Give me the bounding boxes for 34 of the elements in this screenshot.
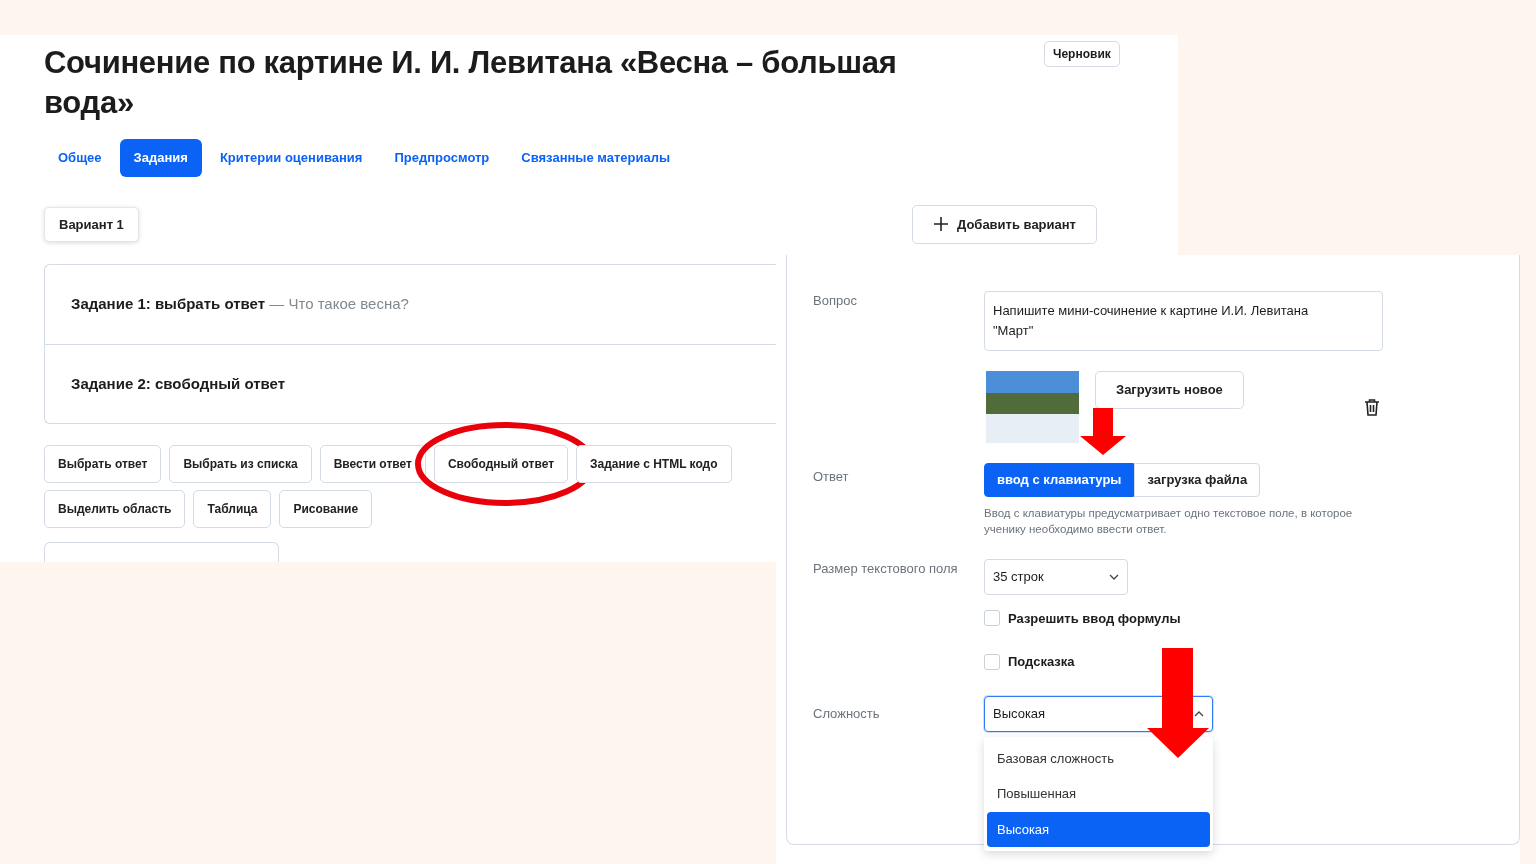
- task-type-button[interactable]: Выбрать ответ: [44, 445, 162, 483]
- menu-item[interactable]: Повышенная: [987, 776, 1210, 812]
- answer-mode-toggle[interactable]: ввод с клавиатуры: [984, 463, 1135, 497]
- checkbox-label: Подсказка: [1008, 653, 1075, 671]
- task-row[interactable]: Задание 2: свободный ответ: [45, 343, 776, 423]
- task-type-button[interactable]: Выделить область: [44, 490, 186, 528]
- tab[interactable]: Критерии оценивания: [205, 139, 377, 177]
- task-type-button[interactable]: Выбрать из списка: [169, 445, 312, 483]
- task-type-button[interactable]: Таблица: [193, 490, 272, 528]
- task-row[interactable]: Задание 1: выбрать ответ — Что такое весна?: [45, 265, 776, 344]
- answer-mode-toggle[interactable]: загрузка файла: [1134, 463, 1261, 497]
- field-label: Вопрос: [813, 292, 858, 310]
- menu-item[interactable]: Высокая: [987, 811, 1210, 847]
- status-badge: Черновик: [1044, 41, 1120, 67]
- field-label: Сложность: [813, 704, 881, 723]
- tab[interactable]: Предпросмотр: [380, 139, 504, 177]
- size-select[interactable]: 35 строк: [984, 558, 1128, 595]
- page-title: Сочинение по картине И. И. Левитана «Весна – большая вода»: [44, 44, 898, 122]
- task-type-button[interactable]: Рисование: [279, 490, 373, 528]
- tab[interactable]: Задания: [119, 139, 202, 177]
- variant-button[interactable]: Вариант 1: [44, 206, 139, 242]
- menu-item[interactable]: Базовая сложность: [987, 740, 1210, 776]
- question-field[interactable]: Напишите мини-сочинение к картине И.И. Левитана "Март": [984, 291, 1383, 351]
- add-variant-button[interactable]: Добавить вариант: [912, 204, 1097, 244]
- upload-button[interactable]: Загрузить новое: [1095, 371, 1244, 409]
- help-text: Ввод с клавиатуры предусматривает одно текстовое поле, в которое ученику необходимо ввести ответ.: [984, 505, 1354, 537]
- task-type-button[interactable]: Задание с HTML кодо: [576, 445, 732, 483]
- tab[interactable]: Общее: [44, 139, 116, 177]
- tab[interactable]: Связанные материалы: [507, 139, 685, 177]
- task-type-button[interactable]: Свободный ответ: [433, 445, 569, 483]
- checkbox-label: Разрешить ввод формулы: [1008, 609, 1181, 628]
- field-label: Размер текстового поля: [813, 559, 959, 578]
- task-type-button[interactable]: Ввести ответ: [319, 445, 426, 483]
- field-label: Ответ: [813, 468, 850, 486]
